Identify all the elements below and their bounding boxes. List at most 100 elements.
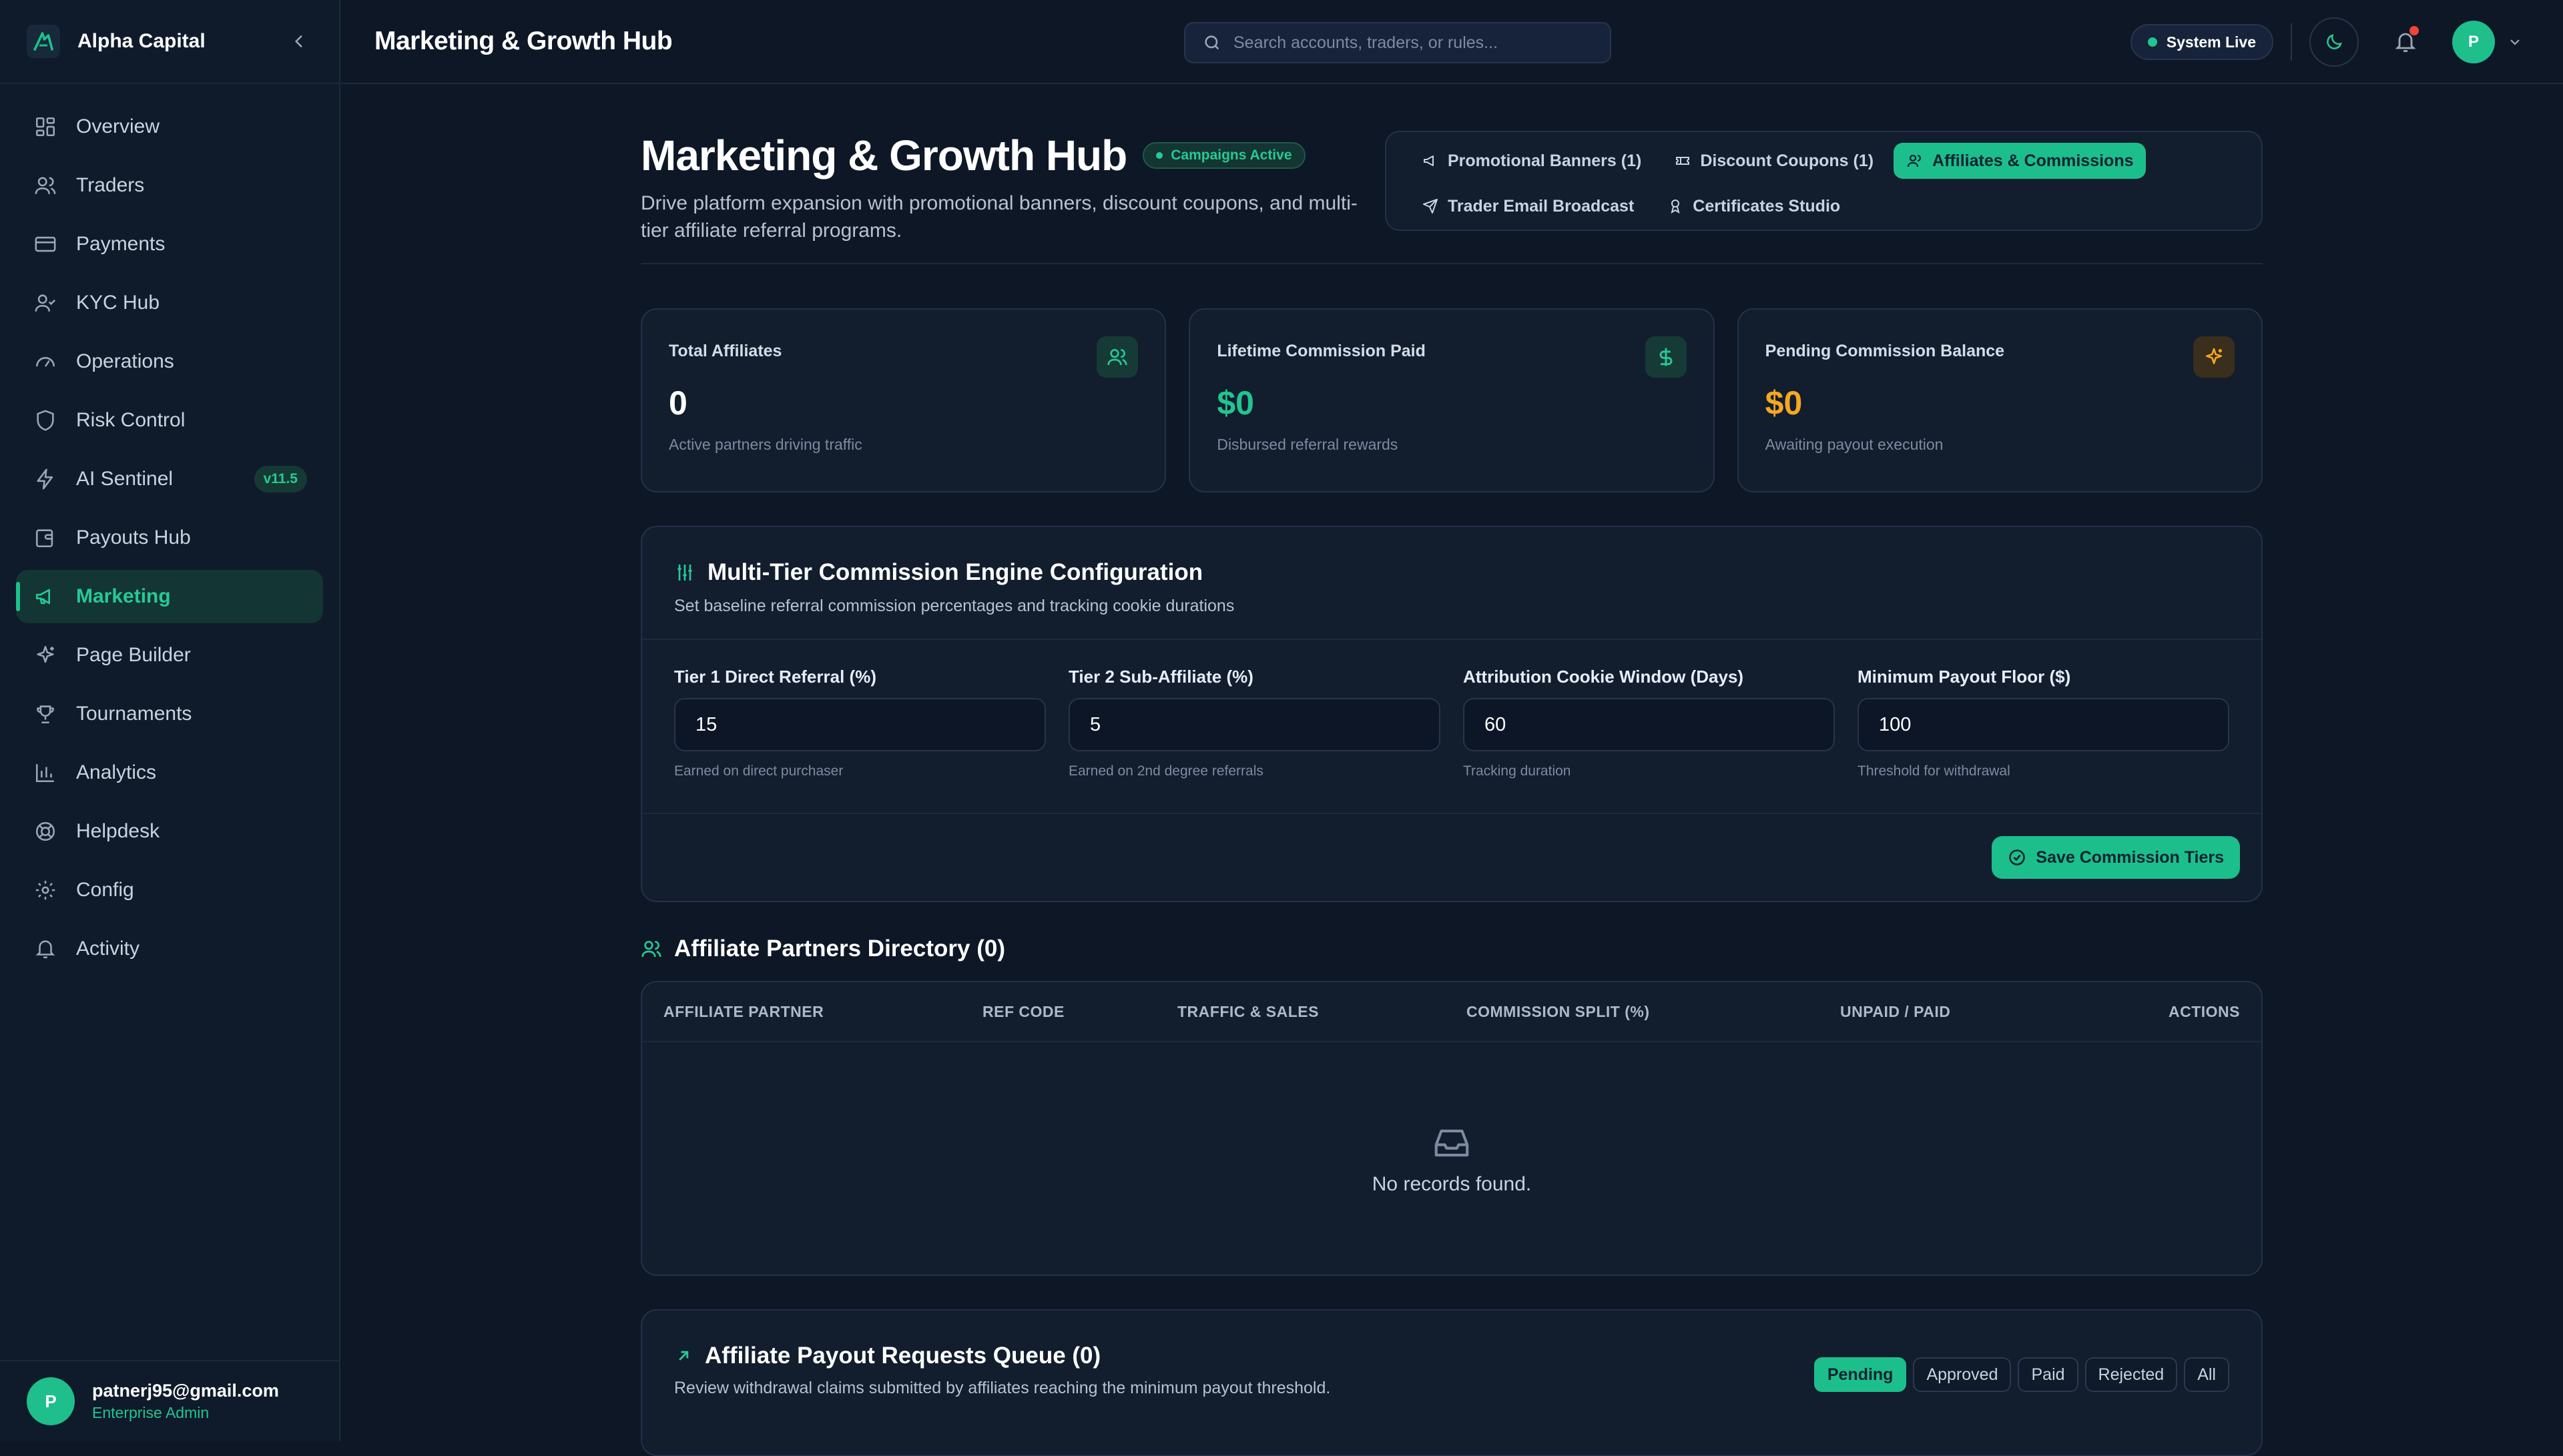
field-help: Earned on 2nd degree referrals bbox=[1069, 763, 1263, 779]
field-tier1: Tier 1 Direct Referral (%) Earned on dir… bbox=[674, 667, 1046, 779]
filter-rejected[interactable]: Rejected bbox=[2084, 1357, 2178, 1392]
trophy-icon bbox=[32, 701, 59, 727]
status-filter-group: Pending Approved Paid Rejected All bbox=[1813, 1357, 2229, 1392]
megaphone-icon bbox=[32, 583, 59, 610]
sidebar-item-label: Tournaments bbox=[76, 703, 192, 725]
status-badge: Campaigns Active bbox=[1143, 142, 1306, 169]
tier2-percent-input[interactable] bbox=[1069, 698, 1440, 751]
gear-icon bbox=[32, 877, 59, 903]
status-badge-label: Campaigns Active bbox=[1171, 147, 1292, 163]
section-title: Affiliate Partners Directory (0) bbox=[674, 936, 1005, 962]
card-subtitle: Set baseline referral commission percent… bbox=[674, 597, 1235, 615]
topbar: Marketing & Growth Hub System Live P bbox=[341, 0, 2563, 84]
chevron-down-icon[interactable] bbox=[2507, 34, 2523, 50]
sidebar-item-label: Helpdesk bbox=[76, 820, 160, 842]
sidebar-item-page-builder[interactable]: Page Builder bbox=[16, 629, 323, 682]
page-description: Drive platform expansion with promotiona… bbox=[641, 192, 1358, 242]
sidebar-item-kyc-hub[interactable]: KYC Hub bbox=[16, 276, 323, 330]
user-card[interactable]: P patnerj95@gmail.com Enterprise Admin bbox=[0, 1360, 340, 1441]
brand-logo-icon bbox=[27, 25, 60, 58]
column-header[interactable]: ACTIONS bbox=[2169, 1003, 2240, 1021]
sidebar-item-payouts-hub[interactable]: Payouts Hub bbox=[16, 511, 323, 565]
cookie-window-input[interactable] bbox=[1463, 698, 1835, 751]
stat-label: Pending Commission Balance bbox=[1765, 342, 2005, 360]
sidebar-item-label: Config bbox=[76, 879, 134, 901]
sidebar-item-label: Traders bbox=[76, 174, 145, 196]
section-title: Affiliate Payout Requests Queue (0) bbox=[705, 1343, 1101, 1369]
sidebar-item-helpdesk[interactable]: Helpdesk bbox=[16, 805, 323, 858]
sidebar-item-label: Payouts Hub bbox=[76, 526, 191, 549]
moon-icon bbox=[2324, 32, 2344, 52]
theme-toggle-button[interactable] bbox=[2309, 17, 2359, 67]
sidebar-item-overview[interactable]: Overview bbox=[16, 100, 323, 153]
sidebar-item-marketing[interactable]: Marketing bbox=[16, 570, 323, 623]
column-header[interactable]: UNPAID / PAID bbox=[1840, 1003, 1950, 1021]
filter-approved[interactable]: Approved bbox=[1913, 1357, 2012, 1392]
column-header[interactable]: COMMISSION SPLIT (%) bbox=[1466, 1003, 1650, 1021]
tab-certificates-studio[interactable]: Certificates Studio bbox=[1654, 188, 1852, 224]
table-header: AFFILIATE PARTNER REF CODE TRAFFIC & SAL… bbox=[642, 982, 2261, 1042]
collapse-sidebar-icon[interactable] bbox=[286, 28, 312, 55]
tab-affiliates-commissions[interactable]: Affiliates & Commissions bbox=[1894, 143, 2146, 179]
card-title-row: Multi-Tier Commission Engine Configurati… bbox=[674, 559, 2229, 586]
sidebar-item-config[interactable]: Config bbox=[16, 863, 323, 917]
user-email: patnerj95@gmail.com bbox=[92, 1381, 279, 1401]
sidebar-item-label: Page Builder bbox=[76, 644, 191, 666]
page-title: Marketing & Growth Hub bbox=[641, 131, 1127, 179]
stat-card-pending-commission: Pending Commission Balance $0 Awaiting p… bbox=[1737, 308, 2263, 492]
avatar[interactable]: P bbox=[2452, 21, 2495, 63]
stat-subtitle: Awaiting payout execution bbox=[1765, 436, 1944, 453]
sidebar-item-tournaments[interactable]: Tournaments bbox=[16, 687, 323, 741]
system-status-badge: System Live bbox=[2130, 24, 2273, 60]
tab-label: Promotional Banners (1) bbox=[1448, 151, 1642, 170]
filter-paid[interactable]: Paid bbox=[2018, 1357, 2078, 1392]
filter-pending[interactable]: Pending bbox=[1813, 1357, 1907, 1392]
column-header[interactable]: AFFILIATE PARTNER bbox=[663, 1003, 824, 1021]
section-tabs: Promotional Banners (1) Discount Coupons… bbox=[1385, 131, 2263, 231]
notification-dot bbox=[2409, 26, 2419, 35]
notifications-button[interactable] bbox=[2385, 22, 2426, 62]
field-cookie-window: Attribution Cookie Window (Days) Trackin… bbox=[1463, 667, 1835, 779]
card-footer: Save Commission Tiers bbox=[642, 814, 2261, 901]
filter-all[interactable]: All bbox=[2184, 1357, 2229, 1392]
min-payout-input[interactable] bbox=[1858, 698, 2229, 751]
sidebar-item-risk-control[interactable]: Risk Control bbox=[16, 394, 323, 447]
avatar: P bbox=[27, 1377, 75, 1425]
sidebar-item-ai-sentinel[interactable]: AI Sentinel v11.5 bbox=[16, 452, 323, 506]
tab-discount-coupons[interactable]: Discount Coupons (1) bbox=[1661, 143, 1886, 179]
brand-name: Alpha Capital bbox=[77, 30, 206, 52]
stat-label: Total Affiliates bbox=[669, 342, 782, 360]
card-header: Multi-Tier Commission Engine Configurati… bbox=[642, 527, 2261, 640]
inbox-icon bbox=[1431, 1122, 1472, 1164]
search-input[interactable] bbox=[1233, 33, 1581, 53]
stat-card-lifetime-commission: Lifetime Commission Paid $0 Disbursed re… bbox=[1189, 308, 1715, 492]
award-icon bbox=[1666, 197, 1685, 216]
payout-requests-card: Affiliate Payout Requests Queue (0) Revi… bbox=[641, 1309, 2263, 1456]
sidebar-item-analytics[interactable]: Analytics bbox=[16, 746, 323, 799]
sidebar-item-label: Operations bbox=[76, 350, 174, 372]
tab-promotional-banners[interactable]: Promotional Banners (1) bbox=[1409, 143, 1653, 179]
main-content: Marketing & Growth Hub Campaigns Active … bbox=[641, 131, 2263, 1456]
column-header[interactable]: TRAFFIC & SALES bbox=[1177, 1003, 1319, 1021]
field-label: Attribution Cookie Window (Days) bbox=[1463, 667, 1744, 687]
brand-header: Alpha Capital bbox=[0, 0, 339, 84]
stat-value: $0 bbox=[1217, 384, 1254, 422]
field-label: Tier 2 Sub-Affiliate (%) bbox=[1069, 667, 1253, 687]
column-header[interactable]: REF CODE bbox=[982, 1003, 1065, 1021]
sparkles-icon bbox=[2193, 336, 2235, 378]
users-icon bbox=[641, 938, 662, 960]
tab-trader-email-broadcast[interactable]: Trader Email Broadcast bbox=[1409, 188, 1646, 224]
users-icon bbox=[1906, 151, 1924, 170]
tier1-percent-input[interactable] bbox=[674, 698, 1046, 751]
search-box[interactable] bbox=[1184, 22, 1611, 63]
stat-value: $0 bbox=[1765, 384, 1803, 422]
sidebar-item-label: Payments bbox=[76, 233, 166, 255]
sidebar-item-operations[interactable]: Operations bbox=[16, 335, 323, 388]
sidebar-item-traders[interactable]: Traders bbox=[16, 159, 323, 212]
save-commission-tiers-button[interactable]: Save Commission Tiers bbox=[1992, 836, 2240, 879]
sidebar-item-activity[interactable]: Activity bbox=[16, 922, 323, 976]
sidebar-item-payments[interactable]: Payments bbox=[16, 218, 323, 271]
tab-label: Trader Email Broadcast bbox=[1448, 196, 1635, 216]
commission-config-card: Multi-Tier Commission Engine Configurati… bbox=[641, 526, 2263, 902]
field-label: Tier 1 Direct Referral (%) bbox=[674, 667, 876, 687]
